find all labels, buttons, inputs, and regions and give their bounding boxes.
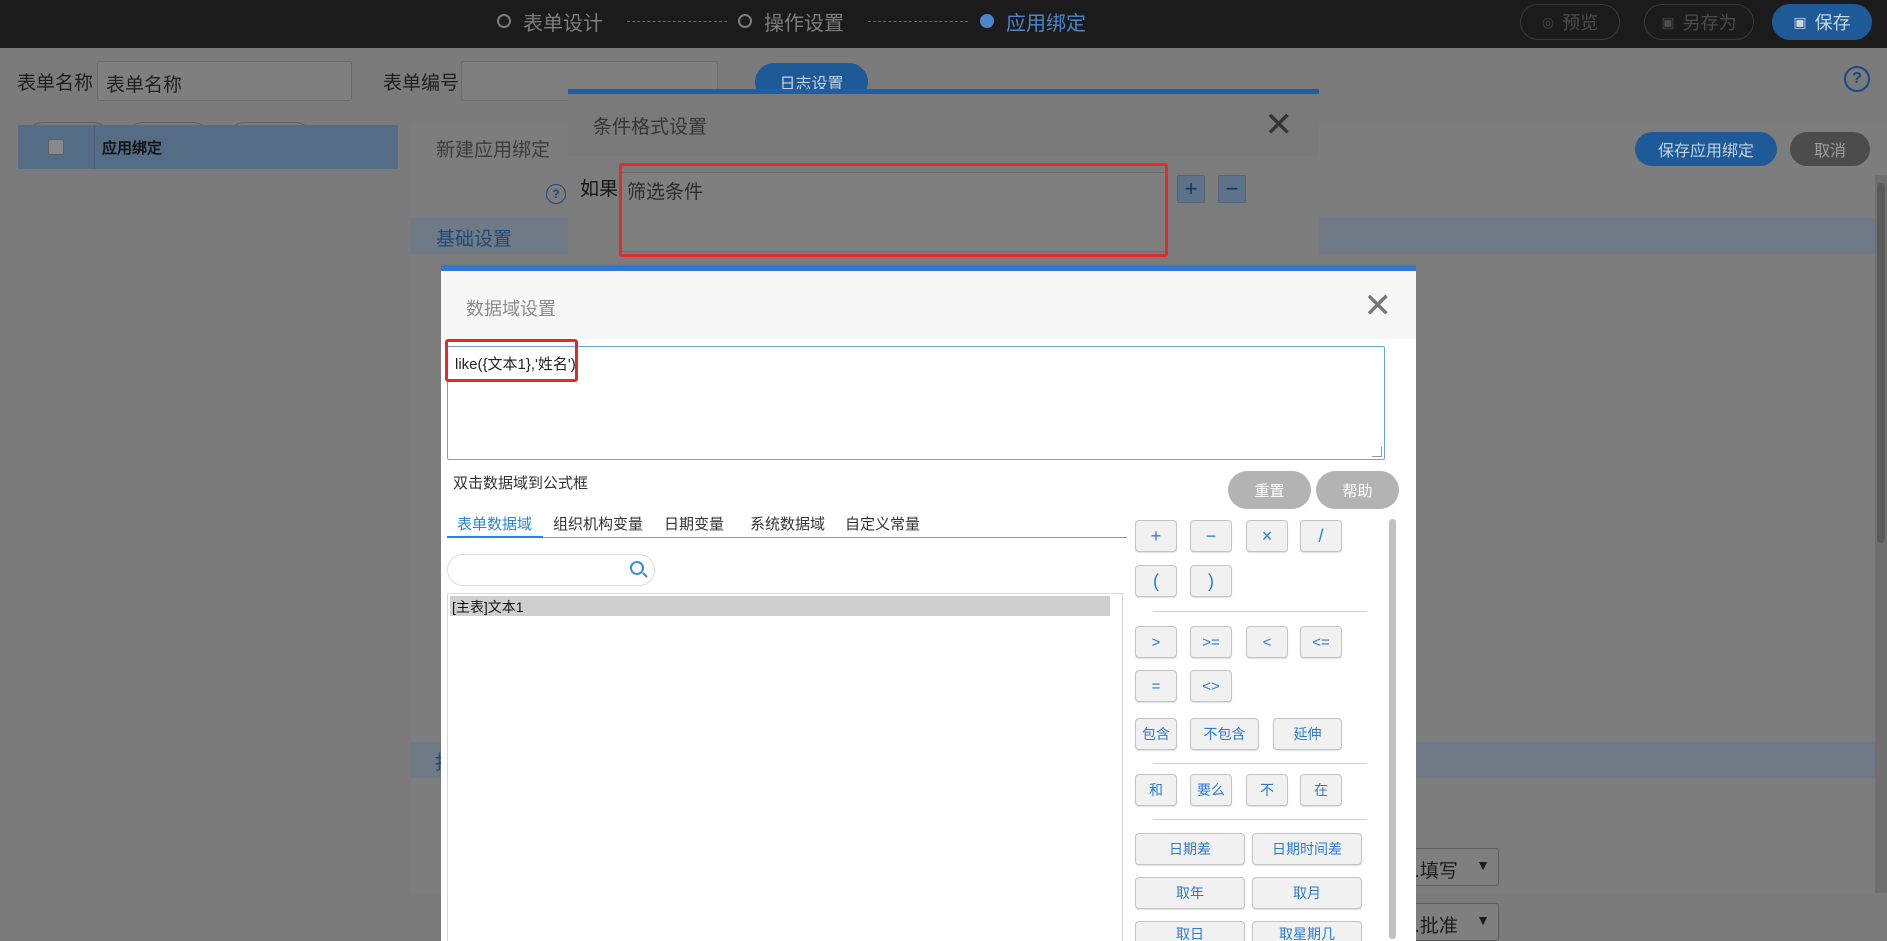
floppy-icon: ▣ [1661,13,1675,30]
form-name-label: 表单名称 [17,73,94,94]
cancel-binding-button[interactable]: 取消 [1790,132,1870,166]
list-item[interactable]: [主表]文本1 [450,596,1110,616]
data-field-dialog: 数据域设置 ✕ like({文本1},'姓名') 双击数据域到公式框 重置 帮助… [441,265,1416,941]
column-header-app-binding: 应用绑定 [102,140,163,157]
tab-org-variables[interactable]: 组织机构变量 [553,513,643,538]
op-in-button[interactable]: 在 [1300,774,1342,806]
divider [1153,763,1367,764]
op-not-equal-button[interactable]: <> [1190,670,1232,702]
dialog-title: 条件格式设置 [593,117,708,138]
save-button[interactable]: ▣ 保存 [1772,4,1872,40]
dialog-header: 条件格式设置 ✕ [568,94,1319,156]
step-connector [627,21,727,22]
divider [1153,611,1367,612]
step-label: 操作设置 [764,12,844,35]
help-button[interactable]: 帮助 [1316,471,1399,509]
save-as-button[interactable]: ▣ 另存为 [1644,4,1754,40]
step-circle-icon [497,14,511,28]
fn-day-button[interactable]: 取日 [1135,921,1245,941]
step-connector [868,21,968,22]
op-less-button[interactable]: < [1246,626,1288,658]
form-code-label: 表单编号 [383,73,460,94]
divider [1153,819,1367,820]
highlight-box [619,163,1168,257]
select-all-checkbox[interactable] [48,139,64,155]
remove-condition-button[interactable]: − [1218,175,1246,203]
fn-date-diff-button[interactable]: 日期差 [1135,833,1245,865]
tab-custom-constants[interactable]: 自定义常量 [845,513,920,538]
fn-month-button[interactable]: 取月 [1252,877,1362,909]
op-greater-equal-button[interactable]: >= [1190,626,1232,658]
op-less-equal-button[interactable]: <= [1300,626,1342,658]
question-icon[interactable]: ? [546,184,566,204]
save-label: 保存 [1814,13,1851,33]
preview-button[interactable]: ◎ 预览 [1520,4,1620,40]
fn-weekday-button[interactable]: 取星期几 [1252,921,1362,941]
dialog-title: 数据域设置 [466,299,556,319]
scrollbar-thumb[interactable] [1389,519,1396,939]
add-condition-button[interactable]: + [1177,175,1205,203]
step-circle-icon [738,14,752,28]
save-binding-button[interactable]: 保存应用绑定 [1635,132,1777,166]
op-and-button[interactable]: 和 [1135,774,1177,806]
highlight-box [445,339,578,382]
op-multiply-button[interactable]: × [1246,520,1288,552]
scrollbar-thumb[interactable] [1877,183,1885,543]
left-table-header: 应用绑定 [18,125,398,169]
operator-scrollbar[interactable] [1388,519,1397,939]
tab-form-fields[interactable]: 表单数据域 [447,513,543,538]
reset-button[interactable]: 重置 [1228,471,1311,509]
save-as-label: 另存为 [1682,13,1737,33]
op-minus-button[interactable]: − [1190,520,1232,552]
search-icon[interactable] [630,561,644,575]
new-binding-title: 新建应用绑定 [436,140,551,161]
help-icon[interactable]: ? [1844,66,1870,92]
tab-system-fields[interactable]: 系统数据域 [750,513,825,538]
top-step-bar: 表单设计 操作设置 应用绑定 ◎ 预览 ▣ 另存为 ▣ 保存 [0,0,1887,48]
fn-datetime-diff-button[interactable]: 日期时间差 [1252,833,1362,865]
op-or-button[interactable]: 要么 [1190,774,1232,806]
floppy-icon: ▣ [1793,13,1807,30]
section-title: 基础设置 [436,229,513,250]
resize-handle-icon[interactable] [1372,447,1382,457]
dialog-header: 数据域设置 ✕ [441,271,1416,339]
if-label: 如果 [580,179,619,200]
chevron-down-icon: ▼ [1476,912,1490,928]
op-not-button[interactable]: 不 [1246,774,1288,806]
op-not-contains-button[interactable]: 不包含 [1190,718,1259,750]
form-name-input[interactable]: 表单名称 [97,61,352,101]
step-label: 应用绑定 [1006,12,1086,35]
op-contains-button[interactable]: 包含 [1135,718,1177,750]
page-scrollbar[interactable] [1875,175,1887,893]
step-label: 表单设计 [523,12,603,35]
fn-year-button[interactable]: 取年 [1135,877,1245,909]
column-divider [94,125,95,169]
op-plus-button[interactable]: + [1135,520,1177,552]
op-divide-button[interactable]: / [1300,520,1342,552]
close-icon[interactable]: ✕ [1265,108,1294,142]
step-operation-settings[interactable]: 操作设置 [738,8,844,35]
op-right-paren-button[interactable]: ) [1190,565,1232,597]
chevron-down-icon: ▼ [1476,857,1490,873]
field-search-input[interactable] [447,554,655,586]
field-list: [主表]文本1 [447,593,1123,941]
op-extend-button[interactable]: 延伸 [1273,718,1342,750]
preview-label: 预览 [1562,13,1599,33]
eye-icon: ◎ [1541,13,1555,30]
close-icon[interactable]: ✕ [1364,289,1393,323]
op-left-paren-button[interactable]: ( [1135,565,1177,597]
step-circle-icon [980,14,994,28]
hint-text: 双击数据域到公式框 [453,475,589,492]
tab-date-variables[interactable]: 日期变量 [664,513,724,538]
op-equal-button[interactable]: = [1135,670,1177,702]
step-app-binding[interactable]: 应用绑定 [980,8,1086,35]
op-greater-button[interactable]: > [1135,626,1177,658]
step-form-design[interactable]: 表单设计 [497,8,603,35]
field-tabs: 表单数据域 组织机构变量 日期变量 系统数据域 自定义常量 [447,513,1127,538]
formula-textarea[interactable]: like({文本1},'姓名') [447,346,1385,460]
